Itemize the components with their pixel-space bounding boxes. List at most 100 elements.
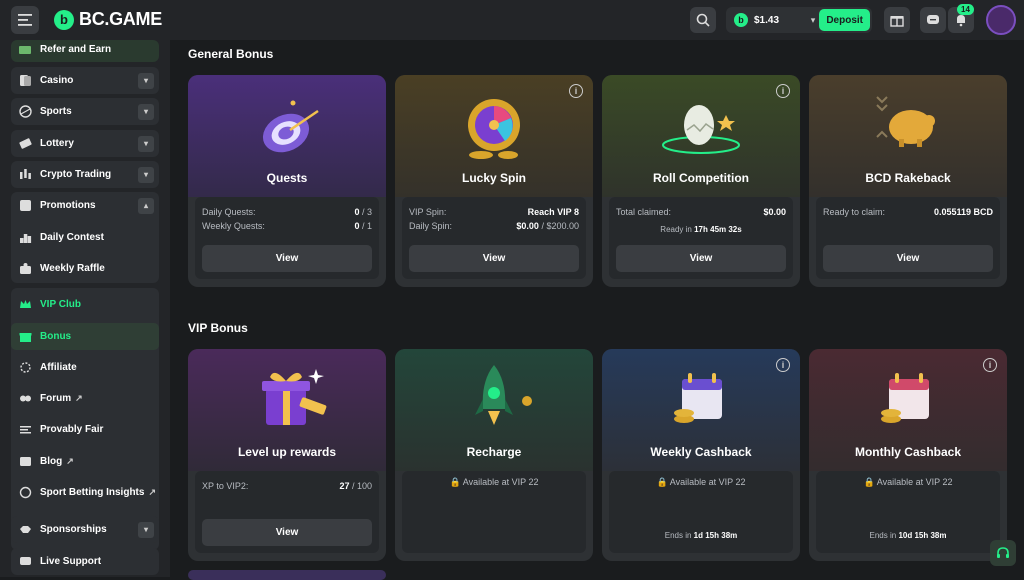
menu-toggle-button[interactable] bbox=[11, 6, 39, 34]
sidebar-item-weekly-raffle[interactable]: Weekly Raffle bbox=[11, 255, 159, 282]
sidebar-item-sponsorships[interactable]: Sponsorships ▾ bbox=[11, 516, 159, 543]
info-icon[interactable]: i bbox=[776, 84, 790, 98]
ends-label: Ends in bbox=[869, 531, 897, 540]
ready-timer: Ready in 17h 45m 32s bbox=[609, 225, 793, 234]
live-support-button[interactable] bbox=[990, 540, 1016, 566]
raffle-icon bbox=[18, 262, 32, 276]
currency-icon: b bbox=[734, 13, 748, 27]
card-title: Recharge bbox=[466, 445, 522, 459]
lock-icon: 🔒 bbox=[863, 477, 875, 487]
sidebar-item-label: Promotions bbox=[40, 200, 96, 211]
sidebar-item-refer-and-earn[interactable]: Refer and Earn bbox=[11, 36, 159, 63]
row-label: Daily Quests: bbox=[202, 207, 256, 217]
bell-icon bbox=[957, 15, 965, 27]
chevron-down-icon[interactable]: ▾ bbox=[138, 103, 154, 120]
view-button[interactable]: View bbox=[202, 245, 372, 272]
chevron-down-icon[interactable]: ▾ bbox=[138, 72, 154, 89]
vip-crown-icon bbox=[18, 298, 32, 312]
card-recharge: Recharge 🔒 Available at VIP 22 bbox=[395, 349, 593, 561]
blog-icon bbox=[18, 455, 32, 469]
headset-icon bbox=[997, 547, 1009, 558]
search-button[interactable] bbox=[690, 7, 716, 33]
sidebar-item-label: Live Support bbox=[40, 556, 102, 567]
sidebar-item-vip-club[interactable]: VIP Club bbox=[11, 291, 159, 318]
rewards-button[interactable] bbox=[884, 7, 910, 33]
vip-spin-row: VIP Spin: Reach VIP 8 bbox=[409, 207, 579, 217]
forum-icon bbox=[18, 392, 32, 406]
card-bcd-rakeback: BCD Rakeback Ready to claim: 0.055119 BC… bbox=[809, 75, 1007, 287]
chat-icon bbox=[927, 15, 939, 24]
external-link-icon: ↗ bbox=[148, 487, 156, 497]
wallet-selector[interactable]: b $1.43 ▾ Deposit bbox=[726, 7, 872, 33]
chevron-down-icon[interactable]: ▾ bbox=[138, 135, 154, 152]
lock-icon: 🔒 bbox=[656, 477, 668, 487]
external-link-icon: ↗ bbox=[66, 456, 74, 466]
card-body: 🔒 Available at VIP 22 bbox=[402, 471, 586, 553]
brand-logo[interactable]: b BC.GAME bbox=[54, 9, 162, 30]
sidebar-item-provably-fair[interactable]: Provably Fair bbox=[11, 416, 159, 443]
row-total: / 1 bbox=[361, 221, 372, 231]
money-icon bbox=[18, 43, 32, 57]
sidebar-item-label: Sponsorships bbox=[40, 524, 107, 535]
search-icon bbox=[696, 13, 710, 27]
brand-name: BC.GAME bbox=[79, 9, 162, 29]
card-body: Ready to claim: 0.055119 BCD View bbox=[816, 197, 1000, 279]
section-title-vip-bonus: VIP Bonus bbox=[188, 321, 248, 335]
card-body: 🔒 Available at VIP 22 Ends in 10d 15h 38… bbox=[816, 471, 1000, 553]
sidebar-item-label: Bonus bbox=[40, 331, 72, 342]
chevron-up-icon[interactable]: ▴ bbox=[138, 197, 154, 214]
sidebar-item-bonus[interactable]: Bonus bbox=[11, 323, 159, 350]
card-quests: Quests Daily Quests: 0 / 3 Weekly Quests… bbox=[188, 75, 386, 287]
wallet-balance: $1.43 bbox=[754, 14, 780, 26]
card-title: Weekly Cashback bbox=[650, 445, 752, 459]
sidebar-item-label: Weekly Raffle bbox=[40, 263, 105, 274]
view-button[interactable]: View bbox=[616, 245, 786, 272]
sidebar: Refer and Earn Casino ▾ Sports ▾ Lottery… bbox=[0, 40, 170, 577]
ends-value: 1d 15h 38m bbox=[693, 531, 738, 540]
support-chat-icon bbox=[18, 555, 32, 569]
card-title: Lucky Spin bbox=[461, 171, 526, 185]
handshake-icon bbox=[18, 523, 32, 537]
chat-button[interactable] bbox=[920, 7, 946, 33]
chevron-down-icon[interactable]: ▾ bbox=[811, 15, 816, 26]
sidebar-item-label: Sport Betting Insights bbox=[40, 487, 145, 498]
sidebar-item-forum[interactable]: Forum ↗ bbox=[11, 385, 159, 412]
sidebar-item-casino[interactable]: Casino ▾ bbox=[11, 67, 159, 94]
piggy-bank-icon bbox=[876, 96, 935, 147]
sidebar-item-blog[interactable]: Blog ↗ bbox=[11, 448, 159, 475]
avatar[interactable] bbox=[986, 5, 1016, 35]
locked-text: Available at VIP 22 bbox=[876, 477, 953, 487]
ends-timer: Ends in 10d 15h 38m bbox=[816, 531, 1000, 540]
insights-icon bbox=[18, 486, 32, 500]
view-button[interactable]: View bbox=[409, 245, 579, 272]
chevron-down-icon[interactable]: ▾ bbox=[138, 166, 154, 183]
chevron-down-icon[interactable]: ▾ bbox=[138, 521, 154, 538]
sidebar-item-live-support[interactable]: Live Support bbox=[11, 548, 159, 575]
lock-icon: 🔒 bbox=[449, 477, 461, 487]
row-label: Ready to claim: bbox=[823, 207, 886, 217]
sidebar-item-crypto-trading[interactable]: Crypto Trading ▾ bbox=[11, 161, 159, 188]
locked-text: Available at VIP 22 bbox=[462, 477, 539, 487]
card-roll-competition: i Roll Competition Total claimed: $0.00 … bbox=[602, 75, 800, 287]
egg-icon bbox=[662, 105, 740, 154]
deposit-button[interactable]: Deposit bbox=[819, 9, 870, 31]
sidebar-item-sport-betting-insights[interactable]: Sport Betting Insights ↗ bbox=[11, 479, 159, 506]
ball-icon bbox=[18, 105, 32, 119]
ends-value: 10d 15h 38m bbox=[898, 531, 947, 540]
sidebar-item-promotions[interactable]: Promotions ▴ bbox=[11, 192, 159, 219]
row-value: 27 bbox=[339, 481, 350, 491]
card-body: XP to VIP2: 27 / 100 View bbox=[195, 471, 379, 553]
sidebar-item-affiliate[interactable]: Affiliate bbox=[11, 354, 159, 381]
row-label: XP to VIP2: bbox=[202, 481, 249, 491]
card-title: BCD Rakeback bbox=[865, 171, 951, 185]
info-icon[interactable]: i bbox=[569, 84, 583, 98]
view-button[interactable]: View bbox=[202, 519, 372, 546]
sidebar-item-sports[interactable]: Sports ▾ bbox=[11, 98, 159, 125]
view-button[interactable]: View bbox=[823, 245, 993, 272]
info-icon[interactable]: i bbox=[776, 358, 790, 372]
sidebar-item-daily-contest[interactable]: Daily Contest bbox=[11, 224, 159, 251]
info-icon[interactable]: i bbox=[983, 358, 997, 372]
sidebar-item-lottery[interactable]: Lottery ▾ bbox=[11, 130, 159, 157]
row-value: $0.00 bbox=[516, 221, 539, 231]
row-value: 0 bbox=[354, 207, 360, 217]
